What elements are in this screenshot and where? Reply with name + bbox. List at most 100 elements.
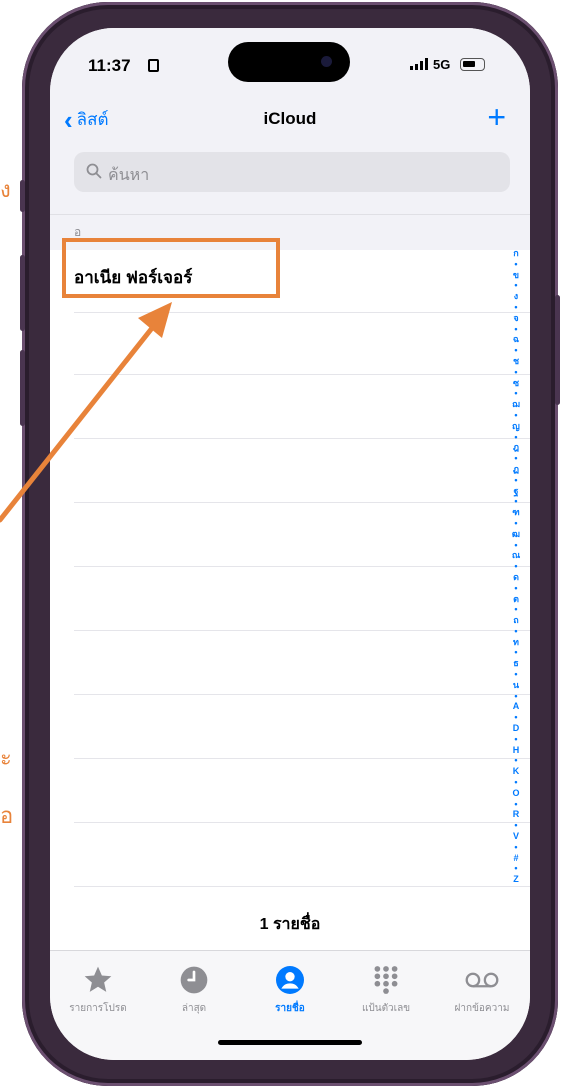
index-dot[interactable]: • <box>514 432 517 443</box>
voicemail-icon <box>465 972 499 988</box>
index-letter[interactable]: ซ <box>513 378 519 389</box>
highlight-box <box>62 238 280 298</box>
index-letter[interactable]: ต <box>513 594 519 605</box>
index-dot[interactable]: • <box>514 669 517 680</box>
status-bar: 11:37 5G <box>50 28 530 98</box>
index-dot[interactable]: • <box>514 604 517 615</box>
index-letter[interactable]: ฑ <box>512 507 519 518</box>
signal-icon <box>410 58 428 70</box>
index-dot[interactable]: • <box>514 324 517 335</box>
person-circle-icon <box>276 966 304 994</box>
index-dot[interactable]: • <box>514 518 517 529</box>
contact-count: 1 รายชื่อ <box>259 916 321 933</box>
index-dot[interactable]: • <box>514 302 517 313</box>
tab-label: ฝากข้อความ <box>454 1003 510 1014</box>
tab-keypad[interactable]: แป้นตัวเลข <box>338 963 434 1016</box>
index-dot[interactable]: • <box>514 345 517 356</box>
index-letter[interactable]: ญ <box>512 421 520 432</box>
page-title: iCloud <box>263 109 317 128</box>
action-button <box>20 180 25 212</box>
index-letter[interactable]: ฐ <box>514 486 519 497</box>
index-letter[interactable]: ช <box>513 356 519 367</box>
index-letter[interactable]: ด <box>513 572 519 583</box>
index-dot[interactable]: • <box>514 453 517 464</box>
index-letter[interactable]: ฒ <box>512 529 520 540</box>
tab-recents[interactable]: ล่าสุด <box>146 963 242 1016</box>
index-dot[interactable]: • <box>514 863 517 874</box>
tab-contacts[interactable]: รายชื่อ <box>242 963 338 1016</box>
index-letter[interactable]: ท <box>513 637 519 648</box>
index-letter[interactable]: ฌ <box>512 399 520 410</box>
add-contact-button[interactable]: + <box>487 100 506 134</box>
empty-row <box>74 376 530 439</box>
index-letter[interactable]: ณ <box>512 550 520 561</box>
index-dot[interactable]: • <box>514 626 517 637</box>
index-letter[interactable]: ง <box>514 291 518 302</box>
index-letter[interactable]: ฎ <box>513 442 519 453</box>
index-dot[interactable]: • <box>514 647 517 658</box>
empty-row <box>74 504 530 567</box>
annotation-text-fragment: อ <box>0 804 14 829</box>
annotation-text-fragment: ง <box>0 178 11 203</box>
index-letter[interactable]: O <box>512 788 519 799</box>
index-letter[interactable]: น <box>513 680 519 691</box>
index-dot[interactable]: • <box>514 755 517 766</box>
index-dot[interactable]: • <box>514 367 517 378</box>
index-dot[interactable]: • <box>514 410 517 421</box>
index-dot[interactable]: • <box>514 475 517 486</box>
index-letter[interactable]: A <box>513 701 520 712</box>
index-dot[interactable]: • <box>514 712 517 723</box>
tab-label: รายชื่อ <box>275 1003 305 1014</box>
index-letter[interactable]: R <box>513 809 520 820</box>
index-letter[interactable]: ฏ <box>513 464 519 475</box>
index-letter[interactable]: จ <box>513 313 518 324</box>
clock-icon <box>180 966 208 994</box>
search-icon <box>86 163 102 179</box>
search-area: ค้นหา <box>50 146 530 214</box>
contact-list: อาเนีย ฟอร์เจอร์ <box>50 250 530 910</box>
empty-row <box>74 568 530 631</box>
tab-label: ล่าสุด <box>181 1003 207 1014</box>
index-dot[interactable]: • <box>514 734 517 745</box>
index-dot[interactable]: • <box>514 799 517 810</box>
empty-row <box>74 696 530 759</box>
index-letter[interactable]: # <box>513 853 518 864</box>
index-dot[interactable]: • <box>514 280 517 291</box>
tab-label: แป้นตัวเลข <box>361 1003 411 1014</box>
index-letter[interactable]: ถ <box>513 615 518 626</box>
tab-label: รายการโปรด <box>69 1003 127 1014</box>
index-letter[interactable]: V <box>513 831 519 842</box>
index-letter[interactable]: ข <box>513 270 519 281</box>
index-letter[interactable]: D <box>513 723 520 734</box>
index-letter[interactable]: K <box>513 766 520 777</box>
tab-voicemail[interactable]: ฝากข้อความ <box>434 963 530 1016</box>
index-dot[interactable]: • <box>514 777 517 788</box>
index-letter[interactable]: Z <box>513 874 519 885</box>
camera-icon <box>321 56 332 67</box>
empty-row <box>74 824 530 887</box>
search-input[interactable]: ค้นหา <box>74 152 510 192</box>
index-letter[interactable]: ก <box>513 248 518 259</box>
volume-up-button <box>20 255 25 331</box>
phone-screen: 11:37 5G ‹ ลิสต์ iCloud + ค้นหา อ อาเนีย… <box>50 28 530 1060</box>
index-dot[interactable]: • <box>514 540 517 551</box>
index-letter[interactable]: H <box>513 745 520 756</box>
index-dot[interactable]: • <box>514 820 517 831</box>
index-dot[interactable]: • <box>514 388 517 399</box>
section-index[interactable]: ก • ข • ง • จ • ฉ • ช • ซ • ฌ • ญ • ฎ • ฏ • ฐ • ฑ • ฒ • ณ • ด • ต • ถ • ท • ธ •… <box>510 248 522 885</box>
annotation-text-fragment: ะ <box>0 746 12 771</box>
tab-favorites[interactable]: รายการโปรด <box>50 963 146 1016</box>
index-dot[interactable]: • <box>514 583 517 594</box>
keypad-icon <box>374 966 398 994</box>
search-placeholder: ค้นหา <box>108 167 150 184</box>
index-dot[interactable]: • <box>514 496 517 507</box>
index-letter[interactable]: ฉ <box>513 334 519 345</box>
index-dot[interactable]: • <box>514 561 517 572</box>
index-dot[interactable]: • <box>514 842 517 853</box>
status-time: 11:37 <box>88 56 131 75</box>
empty-row <box>74 760 530 823</box>
network-type: 5G <box>433 57 451 72</box>
index-letter[interactable]: ธ <box>513 658 519 669</box>
index-dot[interactable]: • <box>514 259 517 270</box>
index-dot[interactable]: • <box>514 691 517 702</box>
